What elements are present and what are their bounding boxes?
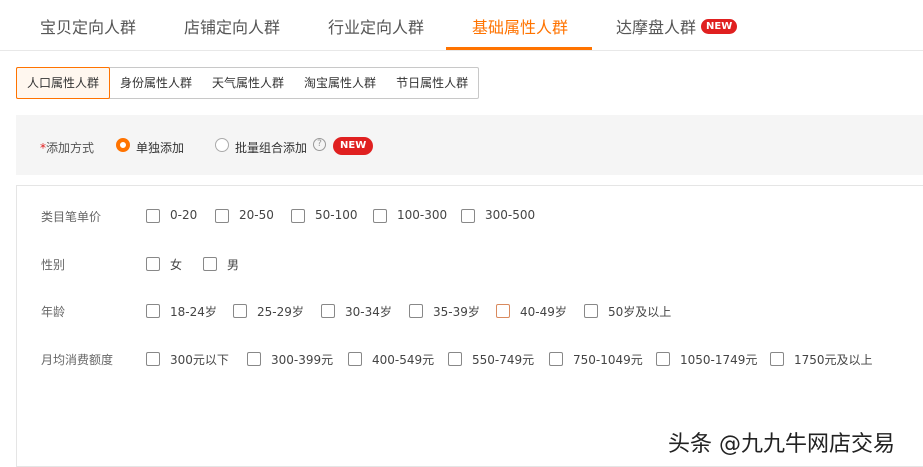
subtab-population[interactable]: 人口属性人群 (16, 67, 111, 99)
subtab-holiday[interactable]: 节日属性人群 (386, 68, 478, 98)
add-method-bar: *添加方式 单独添加 批量组合添加 ? NEW (16, 115, 923, 175)
checkbox-spend-1050-1749[interactable] (656, 352, 670, 366)
age-label: 年龄 (41, 305, 66, 319)
add-method-label: *添加方式 (40, 139, 94, 156)
sub-tab-group: 人口属性人群 身份属性人群 天气属性人群 淘宝属性人群 节日属性人群 (16, 67, 480, 99)
gender-option-label: 男 (227, 258, 240, 272)
tab-damopan-label: 达摩盘人群 (616, 18, 697, 37)
checkbox-spend-300-399[interactable] (247, 352, 261, 366)
new-badge: NEW (701, 19, 738, 34)
spend-option-label: 750-1049元 (573, 353, 643, 367)
spend-label: 月均消费额度 (41, 353, 114, 367)
gender-option-label: 女 (170, 258, 183, 272)
checkbox-age-30-34[interactable] (321, 304, 335, 318)
subtab-weather[interactable]: 天气属性人群 (202, 68, 294, 98)
radio-batch-add[interactable] (215, 138, 229, 152)
checkbox-price-20-50[interactable] (215, 209, 229, 223)
checkbox-age-40-49[interactable] (496, 304, 510, 318)
help-icon[interactable]: ? (313, 138, 326, 151)
checkbox-spend-400-549[interactable] (348, 352, 362, 366)
filter-panel: 类目笔单价 0-20 20-50 50-100 100-300 300-500 … (16, 185, 923, 467)
checkbox-spend-1750-plus[interactable] (770, 352, 784, 366)
spend-option-label: 300元以下 (170, 353, 229, 367)
tab-item-targeting[interactable]: 宝贝定向人群 (40, 14, 136, 38)
checkbox-spend-under-300[interactable] (146, 352, 160, 366)
age-option-label: 50岁及以上 (608, 305, 672, 319)
price-option-label: 300-500 (485, 208, 536, 222)
age-option-label: 35-39岁 (433, 305, 480, 319)
checkbox-spend-750-1049[interactable] (549, 352, 563, 366)
price-option-label: 0-20 (170, 208, 198, 222)
spend-option-label: 300-399元 (271, 353, 334, 367)
tab-industry-targeting[interactable]: 行业定向人群 (328, 14, 424, 38)
gender-label: 性别 (41, 258, 66, 272)
age-option-label: 18-24岁 (170, 305, 217, 319)
subtab-taobao[interactable]: 淘宝属性人群 (294, 68, 386, 98)
checkbox-age-35-39[interactable] (409, 304, 423, 318)
checkbox-age-18-24[interactable] (146, 304, 160, 318)
price-option-label: 50-100 (315, 208, 358, 222)
checkbox-price-100-300[interactable] (373, 209, 387, 223)
checkbox-gender-male[interactable] (203, 257, 217, 271)
price-label: 类目笔单价 (41, 210, 102, 224)
add-method-label-text: 添加方式 (46, 141, 95, 155)
spend-option-label: 550-749元 (472, 353, 535, 367)
tab-damopan[interactable]: 达摩盘人群 NEW (616, 14, 738, 38)
spend-option-label: 400-549元 (372, 353, 435, 367)
age-option-label: 25-29岁 (257, 305, 304, 319)
top-tab-bar: 宝贝定向人群 店铺定向人群 行业定向人群 基础属性人群 达摩盘人群 NEW (0, 0, 923, 51)
checkbox-age-50-plus[interactable] (584, 304, 598, 318)
subtab-identity[interactable]: 身份属性人群 (110, 68, 202, 98)
active-tab-indicator (446, 47, 592, 50)
price-option-label: 100-300 (397, 208, 448, 222)
checkbox-spend-550-749[interactable] (448, 352, 462, 366)
batch-new-badge: NEW (333, 137, 374, 155)
checkbox-price-300-500[interactable] (461, 209, 475, 223)
radio-batch-add-label[interactable]: 批量组合添加 (235, 139, 307, 156)
tab-basic-attributes[interactable]: 基础属性人群 (472, 14, 568, 38)
spend-option-label: 1050-1749元 (680, 353, 758, 367)
spend-option-label: 1750元及以上 (794, 353, 873, 367)
age-option-label: 30-34岁 (345, 305, 392, 319)
radio-single-add[interactable] (116, 138, 130, 152)
checkbox-price-0-20[interactable] (146, 209, 160, 223)
age-option-label: 40-49岁 (520, 305, 567, 319)
tab-shop-targeting[interactable]: 店铺定向人群 (184, 14, 280, 38)
checkbox-price-50-100[interactable] (291, 209, 305, 223)
watermark-text: 头条 @九九牛网店交易 (668, 432, 895, 457)
price-option-label: 20-50 (239, 208, 274, 222)
checkbox-age-25-29[interactable] (233, 304, 247, 318)
checkbox-gender-female[interactable] (146, 257, 160, 271)
radio-single-add-label[interactable]: 单独添加 (136, 139, 184, 156)
